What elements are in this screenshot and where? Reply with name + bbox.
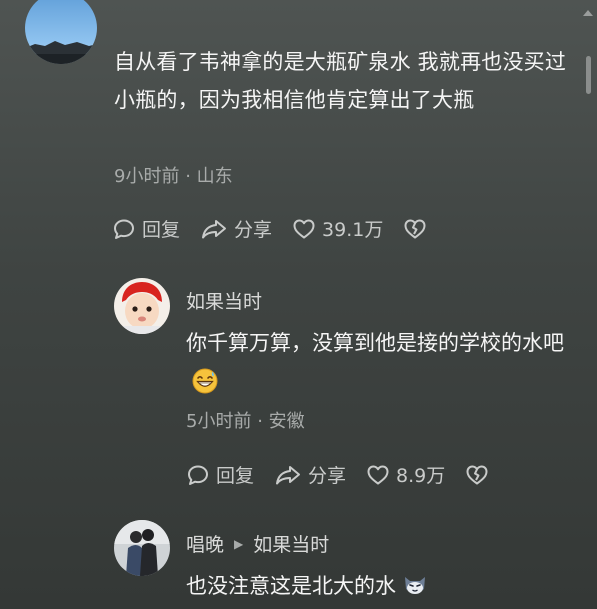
main-comment-text: 自从看了韦神拿的是大瓶矿泉水 我就再也没买过小瓶的，因为我相信他肯定算出了大瓶 xyxy=(114,50,567,112)
reply-text-content: 也没注意这是北大的水 xyxy=(186,574,396,598)
reply-button[interactable]: 回复 xyxy=(186,461,254,488)
grinning-sweat-emoji-icon xyxy=(192,368,218,394)
heart-icon xyxy=(293,219,315,238)
meta-separator: · xyxy=(257,411,263,432)
main-comment-avatar[interactable] xyxy=(25,0,97,64)
reply-username[interactable]: 如果当时 xyxy=(186,287,262,314)
dislike-button[interactable] xyxy=(403,217,433,241)
like-count: 8.9万 xyxy=(396,465,446,487)
cat-face-emoji-icon xyxy=(405,577,425,594)
share-arrow-icon xyxy=(202,219,227,238)
like-button[interactable]: 39.1万 xyxy=(292,215,383,242)
reply-text: 你千算万算，没算到他是接的学校的水吧 xyxy=(186,323,571,403)
like-count: 39.1万 xyxy=(322,219,384,241)
comment-location: 安徽 xyxy=(268,411,305,432)
reply-meta: 5小时前 · 安徽 xyxy=(186,407,305,433)
share-label: 分享 xyxy=(234,219,273,241)
reply-avatar[interactable] xyxy=(114,278,170,334)
comment-time: 9小时前 xyxy=(114,166,180,187)
reply-actions: 回复 分享 8.9万 xyxy=(186,461,495,488)
broken-heart-icon xyxy=(404,219,426,238)
comment-bubble-icon xyxy=(188,465,208,485)
reply-label: 回复 xyxy=(142,219,181,241)
triangle-right-icon: ▶ xyxy=(234,536,244,551)
dislike-button[interactable] xyxy=(465,463,495,487)
broken-heart-icon xyxy=(466,465,488,484)
share-button[interactable]: 分享 xyxy=(274,461,346,488)
comment-location: 山东 xyxy=(196,166,233,187)
scroll-up-icon[interactable] xyxy=(583,10,593,16)
share-label: 分享 xyxy=(308,465,347,487)
scrollbar-thumb[interactable] xyxy=(586,56,591,94)
reply-label: 回复 xyxy=(216,465,255,487)
reply-username[interactable]: 唱晚 xyxy=(186,530,224,557)
share-button[interactable]: 分享 xyxy=(200,215,272,242)
reply-to-username[interactable]: 如果当时 xyxy=(253,530,329,557)
comment-time: 5小时前 xyxy=(186,411,252,432)
reply-username-row: 唱晚 ▶ 如果当时 xyxy=(186,530,329,557)
comment-bubble-icon xyxy=(114,219,134,239)
reply-text: 也没注意这是北大的水 xyxy=(186,566,571,606)
main-comment-actions: 回复 分享 39.1万 xyxy=(112,215,433,242)
share-arrow-icon xyxy=(276,465,301,484)
reply-avatar[interactable] xyxy=(114,520,170,576)
meta-separator: · xyxy=(185,166,191,187)
like-button[interactable]: 8.9万 xyxy=(366,461,445,488)
reply-button[interactable]: 回复 xyxy=(112,215,180,242)
reply-text-content: 你千算万算，没算到他是接的学校的水吧 xyxy=(186,331,564,355)
main-comment-meta: 9小时前 · 山东 xyxy=(114,162,233,188)
heart-icon xyxy=(367,465,389,484)
